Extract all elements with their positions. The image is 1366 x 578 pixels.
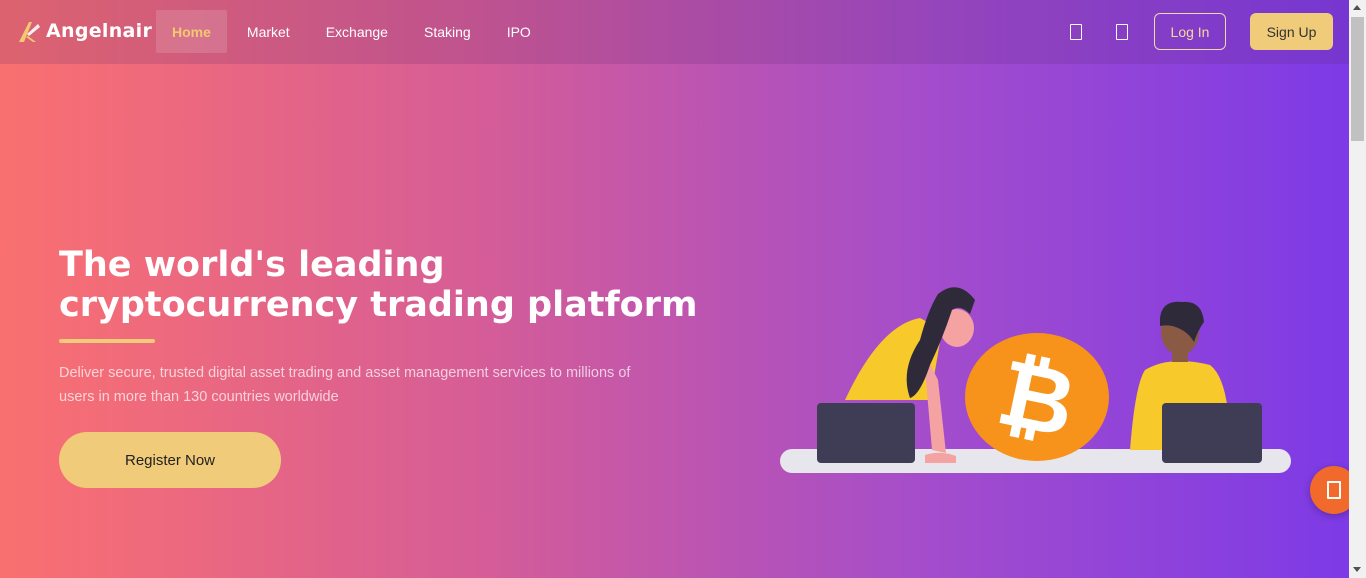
nav-item-ipo[interactable]: IPO [491,10,547,53]
customer-service-icon [1327,481,1341,499]
hero-title-underline [59,339,155,343]
mobile-app-icon[interactable] [1070,24,1082,40]
register-now-button[interactable]: Register Now [59,432,281,488]
left-laptop [817,403,915,463]
page-background: Angelnair Home Market Exchange Staking I… [0,0,1349,578]
brand-logo[interactable]: Angelnair [16,18,152,44]
brand-name: Angelnair [46,20,153,42]
scroll-up-arrow-icon[interactable] [1353,5,1361,10]
main-nav: Home Market Exchange Staking IPO [156,10,551,53]
language-icon[interactable] [1116,24,1128,40]
top-navbar: Angelnair Home Market Exchange Staking I… [0,0,1349,64]
bitcoin-coin: ₿ [965,333,1109,461]
nav-item-home[interactable]: Home [156,10,227,53]
trading-illustration: ₿ [780,287,1291,473]
login-button[interactable]: Log In [1154,13,1226,50]
right-laptop [1162,403,1262,463]
nav-item-staking[interactable]: Staking [408,10,487,53]
nav-item-exchange[interactable]: Exchange [310,10,404,53]
hero-description: Deliver secure, trusted digital asset tr… [59,365,631,405]
hero-title: The world's leading cryptocurrency tradi… [59,245,699,325]
scrollbar-thumb[interactable] [1351,17,1364,141]
scroll-down-arrow-icon[interactable] [1353,567,1361,572]
angel-wing-logo-icon [19,22,40,42]
nav-item-market[interactable]: Market [231,10,306,53]
hero-title-line2: cryptocurrency trading platform [59,285,698,325]
hero-title-line1: The world's leading [59,245,445,285]
signup-button[interactable]: Sign Up [1250,13,1333,50]
